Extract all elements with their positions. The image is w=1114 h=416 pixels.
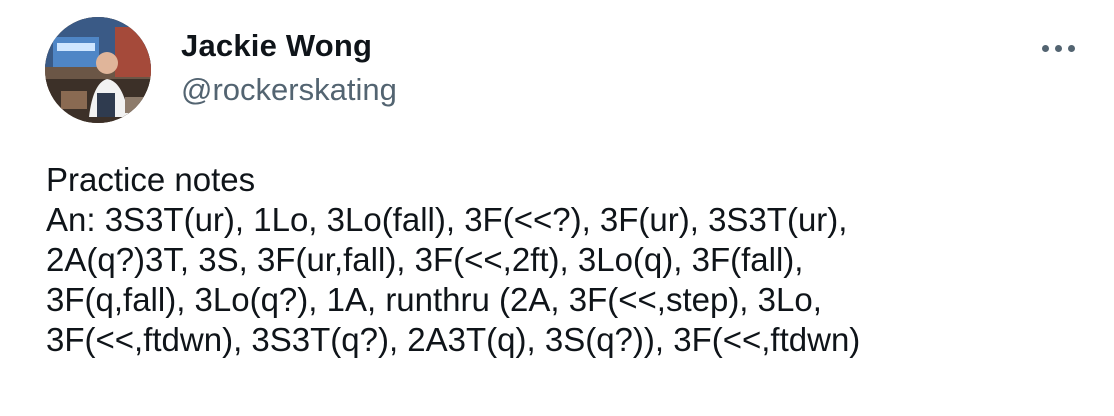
more-options-icon — [1067, 44, 1075, 52]
more-options-icon — [1054, 44, 1062, 52]
more-options-button[interactable] — [1028, 30, 1088, 66]
tweet-text-line: An: 3S3T(ur), 1Lo, 3Lo(fall), 3F(<<?), 3… — [46, 201, 848, 238]
author-name[interactable]: Jackie Wong — [181, 28, 372, 64]
author-handle[interactable]: @rockerskating — [181, 72, 397, 108]
tweet-text-line: 3F(<<,ftdwn), 3S3T(q?), 2A3T(q), 3S(q?))… — [46, 321, 861, 358]
tweet-text-line: 2A(q?)3T, 3S, 3F(ur,fall), 3F(<<,2ft), 3… — [46, 241, 804, 278]
tweet-text-line: 3F(q,fall), 3Lo(q?), 1A, runthru (2A, 3F… — [46, 281, 822, 318]
avatar-photo-icon — [45, 17, 151, 123]
more-options-icon — [1041, 44, 1049, 52]
tweet-text-line: Practice notes — [46, 161, 256, 198]
tweet-text: Practice notes An: 3S3T(ur), 1Lo, 3Lo(fa… — [46, 160, 1106, 360]
author-avatar[interactable] — [45, 17, 151, 123]
tweet-card: Jackie Wong @rockerskating Practice note… — [0, 0, 1114, 416]
